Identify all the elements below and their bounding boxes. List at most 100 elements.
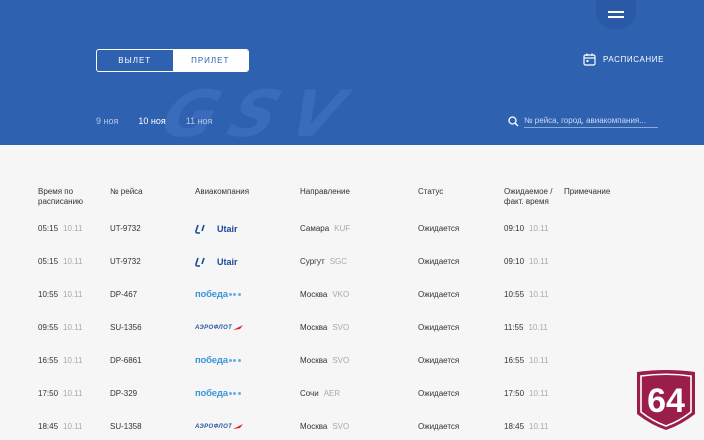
date-value: 10.11 [529, 290, 549, 299]
city-name: Сочи [300, 389, 319, 398]
calendar-icon [583, 53, 596, 66]
airline-name: АЭРОФЛОТ [195, 423, 233, 430]
date-value: 10.11 [529, 224, 549, 233]
date-value: 10.11 [528, 323, 548, 332]
time-value: 11:55 [504, 323, 524, 332]
time-value: 16:55 [38, 356, 59, 365]
city-name: Москва [300, 290, 328, 299]
table-row[interactable]: 17:50 10.11 DP-329 победа Сочи AER Ожидает… [0, 377, 704, 410]
search-icon[interactable] [508, 115, 519, 127]
expected-time: 09:10 10.11 [504, 245, 548, 278]
utair-logo-icon [195, 257, 205, 267]
airline-logo-utair: Utair [195, 245, 238, 278]
menu-icon-line [608, 16, 624, 18]
region-64-badge: 64 [637, 370, 695, 430]
table-row[interactable]: 10:55 10.11 DP-467 победа Москва VKO Ожида… [0, 278, 704, 311]
column-label: Время по [38, 187, 74, 196]
airline-logo-pobeda: победа [195, 344, 241, 377]
badge-number: 64 [647, 382, 685, 420]
direction: Сочи AER [300, 377, 340, 410]
direction: Сургут SGC [300, 245, 347, 278]
column-expected-time: Ожидаемое / факт. время [504, 187, 552, 207]
flight-number: DP-329 [110, 389, 138, 398]
flight-number: UT-9732 [110, 224, 141, 233]
search-box [508, 114, 658, 128]
city-name: Самара [300, 224, 330, 233]
city-name: Москва [300, 323, 328, 332]
scheduled-time: 05:15 10.11 [38, 245, 82, 278]
city-name: Москва [300, 356, 328, 365]
time-value: 09:10 [504, 224, 525, 233]
utair-logo-icon [195, 224, 205, 234]
airport-code: VKO [332, 290, 350, 299]
city-name: Москва [300, 422, 328, 431]
table-row[interactable]: 09:55 10.11 SU-1356 АЭРОФЛОТ Москва SVO Ож… [0, 311, 704, 344]
expected-time: 10:55 10.11 [504, 278, 548, 311]
expected-time: 11:55 10.11 [504, 311, 548, 344]
date-value: 10.11 [529, 422, 549, 431]
date-value: 10.11 [63, 257, 83, 266]
airline-name: победа [195, 388, 228, 399]
airline-name: победа [195, 289, 228, 300]
scheduled-time: 10:55 10.11 [38, 278, 82, 311]
direction: Москва SVO [300, 344, 349, 377]
date-value: 10.11 [63, 422, 83, 431]
time-value: 18:45 [38, 422, 59, 431]
date-tab[interactable]: 9 ноя [96, 116, 118, 126]
pobeda-dots-icon [228, 392, 241, 395]
column-scheduled-time: Время по расписанию [38, 187, 83, 207]
date-value: 10.11 [529, 356, 549, 365]
status: Ожидается [418, 356, 460, 365]
column-direction: Направление [300, 187, 350, 196]
table-row[interactable]: 05:15 10.11 UT-9732 Utair Самара KUF Ожида… [0, 212, 704, 245]
column-label: Ожидаемое / [504, 187, 553, 196]
direction: Москва SVO [300, 311, 349, 344]
scheduled-time: 09:55 10.11 [38, 311, 82, 344]
direction: Самара KUF [300, 212, 350, 245]
aeroflot-wings-icon [233, 324, 244, 330]
direction-toggle: ВЫЛЕТ ПРИЛЕТ [96, 49, 249, 72]
airport-code: KUF [334, 224, 351, 233]
airport-code: AER [323, 389, 341, 398]
time-value: 05:15 [38, 257, 59, 266]
date-value: 10.11 [63, 356, 83, 365]
date-tab[interactable]: 11 ноя [186, 116, 213, 126]
direction: Москва SVO [300, 410, 349, 440]
column-note: Примечание [564, 187, 611, 196]
departure-tab[interactable]: ВЫЛЕТ [97, 50, 173, 71]
airline-name: победа [195, 355, 228, 366]
direction: Москва VKO [300, 278, 349, 311]
column-flight: № рейса [110, 187, 143, 196]
schedule-button[interactable]: РАСПИСАНИЕ [583, 53, 664, 66]
time-value: 09:55 [38, 323, 59, 332]
status: Ожидается [418, 323, 460, 332]
time-value: 05:15 [38, 224, 59, 233]
airline-logo-utair: Utair [195, 212, 238, 245]
date-tab-selected[interactable]: 10 ноя [138, 116, 165, 126]
aeroflot-wings-icon [233, 423, 244, 429]
airport-code: SVO [332, 323, 350, 332]
arrival-tab[interactable]: ПРИЛЕТ [172, 50, 248, 71]
table-row[interactable]: 18:45 10.11 SU-1358 АЭРОФЛОТ Москва SVO Ож… [0, 410, 704, 440]
status: Ожидается [418, 422, 460, 431]
flight-number: SU-1358 [110, 422, 142, 431]
scheduled-time: 18:45 10.11 [38, 410, 82, 440]
time-value: 09:10 [504, 257, 525, 266]
flight-number: DP-467 [110, 290, 138, 299]
column-status: Статус [418, 187, 444, 196]
pobeda-dots-icon [228, 359, 241, 362]
schedule-label: РАСПИСАНИЕ [603, 55, 665, 64]
scheduled-time: 17:50 10.11 [38, 377, 82, 410]
scheduled-time: 05:15 10.11 [38, 212, 82, 245]
airline-logo-aeroflot: АЭРОФЛОТ [195, 410, 244, 440]
watermark-logo: GSV [152, 78, 368, 145]
menu-button[interactable] [596, 0, 636, 30]
time-value: 17:50 [38, 389, 59, 398]
table-row[interactable]: 05:15 10.11 UT-9732 Utair Сургут SGC Ожида… [0, 245, 704, 278]
time-value: 17:50 [504, 389, 525, 398]
date-value: 10.11 [63, 389, 83, 398]
airline-name: Utair [217, 256, 238, 267]
search-input[interactable] [524, 114, 658, 128]
table-row[interactable]: 16:55 10.11 DP-6861 победа Москва SVO Ожид… [0, 344, 704, 377]
date-value: 10.11 [529, 257, 549, 266]
